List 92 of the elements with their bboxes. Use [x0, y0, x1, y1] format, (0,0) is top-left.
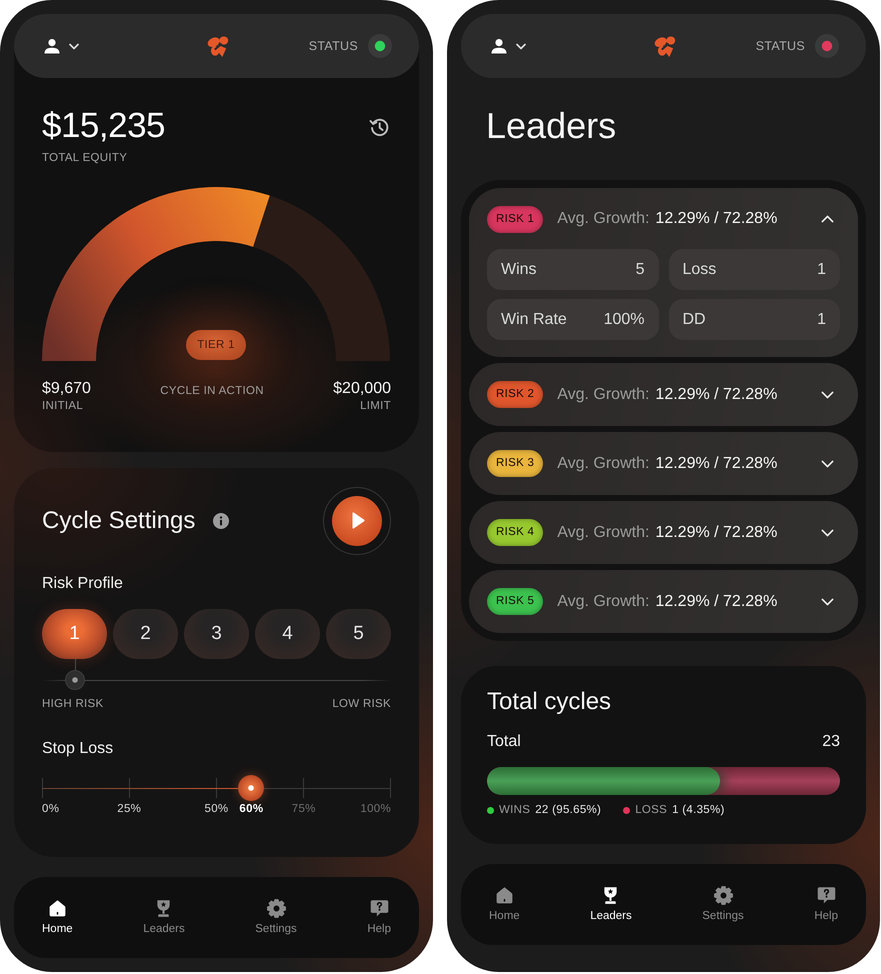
tick-label: 25%	[117, 802, 142, 816]
home-icon	[494, 885, 515, 906]
connector-line	[74, 659, 76, 670]
stop-loss-label: Stop Loss	[42, 739, 114, 759]
status-label: STATUS	[756, 38, 805, 55]
initial-value: $9,670	[42, 379, 91, 399]
nav-tab[interactable]: Help	[367, 898, 391, 936]
initial-label: INITIAL	[42, 399, 84, 413]
stat-value: 1	[817, 260, 826, 280]
nav-tab[interactable]: Settings	[702, 885, 744, 923]
stat-label: Loss	[682, 260, 716, 280]
nav-tab[interactable]: Leaders	[143, 898, 185, 936]
status-label: STATUS	[308, 38, 358, 55]
leader-card[interactable]: RISK 4 Avg. Growth: 12.29% / 72.28%	[469, 501, 858, 564]
chevron-down-icon[interactable]	[821, 598, 834, 606]
growth-label: Avg. Growth:	[557, 454, 650, 474]
play-icon	[332, 496, 382, 546]
page-title: Leaders	[486, 105, 618, 146]
risk-level-button[interactable]: 2	[113, 609, 178, 659]
risk-tag: RISK 3	[487, 450, 544, 477]
history-icon[interactable]	[368, 116, 391, 139]
risk-tag: RISK 5	[487, 588, 544, 615]
risk-level-button[interactable]: 5	[326, 609, 391, 659]
stat-label: DD	[682, 310, 706, 330]
nav-tab[interactable]: Settings	[255, 898, 297, 936]
total-label: Total	[487, 732, 521, 752]
slider-thumb[interactable]	[64, 670, 84, 690]
nav-tab[interactable]: Help	[814, 885, 838, 923]
nav-tab[interactable]: Home	[489, 885, 520, 923]
leader-card[interactable]: RISK 3 Avg. Growth: 12.29% / 72.28%	[469, 432, 858, 495]
growth-value: 12.29% / 72.28%	[655, 384, 778, 404]
equity-amount: $15,235	[42, 105, 166, 147]
chevron-down-icon[interactable]	[821, 460, 834, 468]
nav-tab[interactable]: Leaders	[590, 885, 632, 923]
limit-value: $20,000	[333, 379, 391, 399]
equity-label: TOTAL EQUITY	[42, 151, 128, 165]
home-icon	[46, 898, 68, 919]
info-icon[interactable]	[213, 513, 230, 529]
growth-label: Avg. Growth:	[557, 522, 650, 542]
caret-down-icon[interactable]	[516, 42, 526, 50]
section-title: Total cycles	[487, 687, 612, 717]
tick-label: 75%	[292, 802, 316, 816]
slider-value: 60%	[239, 802, 264, 816]
risk-tag: RISK 1	[487, 206, 544, 232]
tick-label: 100%	[360, 802, 391, 816]
high-risk-label: HIGH RISK	[42, 697, 104, 711]
legend-value: 1 (4.35%)	[672, 803, 725, 817]
tier-badge: TIER 1	[186, 330, 246, 360]
nav-tab[interactable]: Home	[42, 898, 73, 936]
settings-icon	[266, 898, 287, 919]
legend-label: LOSS	[635, 803, 668, 817]
stat-value: 1	[817, 310, 826, 330]
risk-level-button[interactable]: 4	[255, 609, 320, 659]
growth-value: 12.29% / 72.28%	[655, 592, 778, 612]
risk-profile-label: Risk Profile	[42, 574, 124, 594]
stat-value: 5	[636, 260, 644, 280]
legend-value: 22 (95.65%)	[535, 803, 602, 817]
tick-label: 0%	[42, 802, 60, 816]
leader-card[interactable]: RISK 2 Avg. Growth: 12.29% / 72.28%	[469, 363, 858, 426]
leader-card[interactable]: RISK 1 Avg. Growth: 12.29% / 72.28% Wins 5 Loss 1 Win Rate 100% DD 1	[469, 188, 858, 357]
logo-icon	[206, 34, 230, 58]
slider-thumb[interactable]	[238, 775, 264, 801]
stat-label: Wins	[501, 260, 537, 280]
growth-value: 12.29% / 72.28%	[655, 522, 778, 542]
caret-down-icon[interactable]	[69, 42, 79, 50]
risk-level-button[interactable]: 3	[184, 609, 249, 659]
section-title: Cycle Settings	[42, 506, 196, 536]
growth-value: 12.29% / 72.28%	[655, 209, 778, 229]
chevron-up-icon[interactable]	[821, 215, 834, 223]
person-icon[interactable]	[44, 38, 60, 54]
stat-label: Win Rate	[501, 310, 567, 330]
tick-label: 50%	[204, 802, 228, 816]
growth-label: Avg. Growth:	[557, 592, 650, 612]
settings-icon	[712, 885, 734, 906]
low-risk-label: LOW RISK	[332, 697, 391, 711]
help-icon	[816, 885, 837, 906]
limit-label: LIMIT	[359, 399, 391, 413]
risk-tag: RISK 2	[487, 381, 544, 408]
chevron-down-icon[interactable]	[821, 528, 834, 536]
leader-card[interactable]: RISK 5 Avg. Growth: 12.29% / 72.28%	[469, 570, 858, 633]
legend-label: WINS	[499, 803, 530, 817]
cycle-status-label: CYCLE IN ACTION	[160, 384, 264, 398]
growth-value: 12.29% / 72.28%	[655, 454, 778, 474]
person-icon[interactable]	[491, 38, 507, 54]
risk-tag: RISK 4	[487, 519, 544, 546]
total-value: 23	[822, 732, 840, 752]
stat-value: 100%	[604, 310, 644, 330]
help-icon	[368, 898, 390, 919]
growth-label: Avg. Growth:	[557, 384, 650, 404]
chevron-down-icon[interactable]	[821, 390, 834, 398]
logo-icon	[654, 34, 676, 58]
growth-label: Avg. Growth:	[557, 209, 650, 229]
